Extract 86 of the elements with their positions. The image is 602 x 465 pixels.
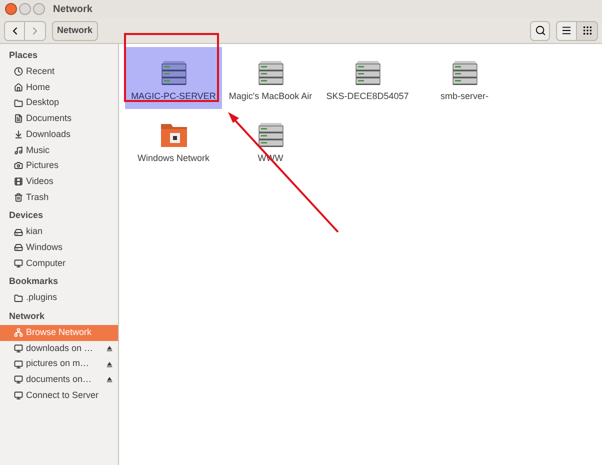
sidebar-label: documents on…: [26, 373, 93, 386]
sidebar-label: kian: [26, 225, 44, 238]
sidebar-item[interactable]: Documents: [0, 111, 118, 127]
eject-icon[interactable]: [105, 360, 114, 369]
server-icon: [450, 59, 478, 87]
sidebar-label: Home: [26, 80, 52, 94]
film-icon: [14, 177, 23, 186]
clock-icon: [14, 67, 23, 76]
network-share-icon: [14, 344, 23, 353]
path-button[interactable]: Network: [52, 20, 98, 40]
trash-icon: [14, 192, 23, 202]
network-item[interactable]: Windows Network: [125, 109, 222, 171]
music-icon: [14, 146, 23, 155]
sidebar-item[interactable]: Music: [0, 142, 118, 158]
back-button[interactable]: [4, 20, 25, 40]
sidebar-label: Computer: [26, 256, 67, 270]
sidebar-item[interactable]: Computer: [0, 256, 118, 272]
sidebar-label: Music: [26, 144, 51, 157]
folder-icon: [14, 294, 23, 303]
server-icon: [160, 59, 188, 87]
item-label: SKS-DECE8D54057: [326, 91, 409, 102]
network-icon: [14, 328, 23, 338]
item-label: Windows Network: [137, 153, 210, 164]
sidebar-item[interactable]: kian: [0, 224, 118, 240]
section-heading: Places: [8, 48, 39, 62]
drive-icon: [14, 243, 23, 252]
list-view-button[interactable]: [556, 20, 577, 40]
network-share-icon: [14, 360, 23, 369]
sidebar-label: .plugins: [26, 291, 58, 304]
server-icon: [354, 59, 382, 87]
sidebar-label: Browse Network: [26, 326, 93, 340]
network-item[interactable]: Magic's MacBook Air: [222, 47, 319, 109]
sidebar-label: Videos: [26, 174, 54, 188]
network-item[interactable]: smb-server-: [416, 47, 513, 109]
close-button[interactable]: [5, 3, 17, 15]
computer-icon: [14, 391, 23, 400]
section-heading: Network: [8, 310, 46, 323]
computer-icon: [14, 258, 23, 268]
sidebar-item[interactable]: Pictures: [0, 158, 118, 174]
drive-icon: [14, 228, 23, 237]
sidebar-item[interactable]: .plugins: [0, 290, 118, 306]
sidebar-item[interactable]: Downloads: [0, 126, 118, 142]
sidebar-item[interactable]: documents on…: [0, 372, 118, 388]
download-icon: [14, 130, 23, 140]
sidebar-label: Desktop: [26, 96, 60, 110]
search-button[interactable]: [530, 20, 550, 40]
sidebar-label: Recent: [26, 65, 56, 78]
sidebar-label: downloads on …: [26, 342, 94, 355]
document-icon: [14, 114, 23, 124]
sidebar-label: Trash: [26, 190, 50, 204]
sidebar-label: Connect to Server: [26, 388, 100, 402]
network-share-icon: [14, 375, 23, 384]
network-item[interactable]: MAGIC-PC-SERVER: [125, 47, 222, 109]
sidebar-item[interactable]: Windows: [0, 240, 118, 256]
sidebar-item[interactable]: Trash: [0, 190, 118, 206]
camera-icon: [14, 161, 23, 170]
network-item[interactable]: SKS-DECE8D54057: [319, 47, 416, 109]
item-label: Magic's MacBook Air: [228, 91, 312, 102]
sidebar-label: Documents: [26, 112, 73, 126]
server-icon: [256, 59, 284, 87]
item-label: MAGIC-PC-SERVER: [131, 91, 216, 102]
section-heading: Bookmarks: [8, 275, 60, 288]
window-title: Network: [53, 2, 92, 16]
sidebar-item[interactable]: downloads on …: [0, 340, 118, 356]
home-icon: [14, 83, 23, 92]
sidebar-label: Downloads: [26, 128, 72, 141]
eject-icon[interactable]: [105, 375, 114, 384]
eject-icon[interactable]: [105, 344, 114, 353]
sidebar-item[interactable]: Desktop: [0, 95, 118, 112]
search-icon: [534, 25, 546, 36]
network-folder-icon: [158, 121, 188, 149]
list-icon: [561, 25, 572, 36]
folder-icon: [14, 98, 23, 108]
item-label: smb-server-: [440, 91, 488, 102]
sidebar-item[interactable]: Connect to Server: [0, 388, 118, 404]
sidebar-label: Windows: [26, 240, 64, 254]
sidebar-item[interactable]: Recent: [0, 64, 118, 80]
sidebar-label: Pictures: [26, 159, 60, 172]
grid-icon: [582, 25, 592, 36]
server-icon: [256, 121, 284, 149]
sidebar-item[interactable]: Home: [0, 80, 118, 96]
sidebar-label: pictures on m…: [26, 357, 90, 370]
sidebar-item[interactable]: pictures on m…: [0, 356, 118, 372]
section-heading: Devices: [8, 208, 44, 222]
grid-view-button[interactable]: [577, 20, 598, 40]
sidebar-item[interactable]: Videos: [0, 174, 118, 190]
